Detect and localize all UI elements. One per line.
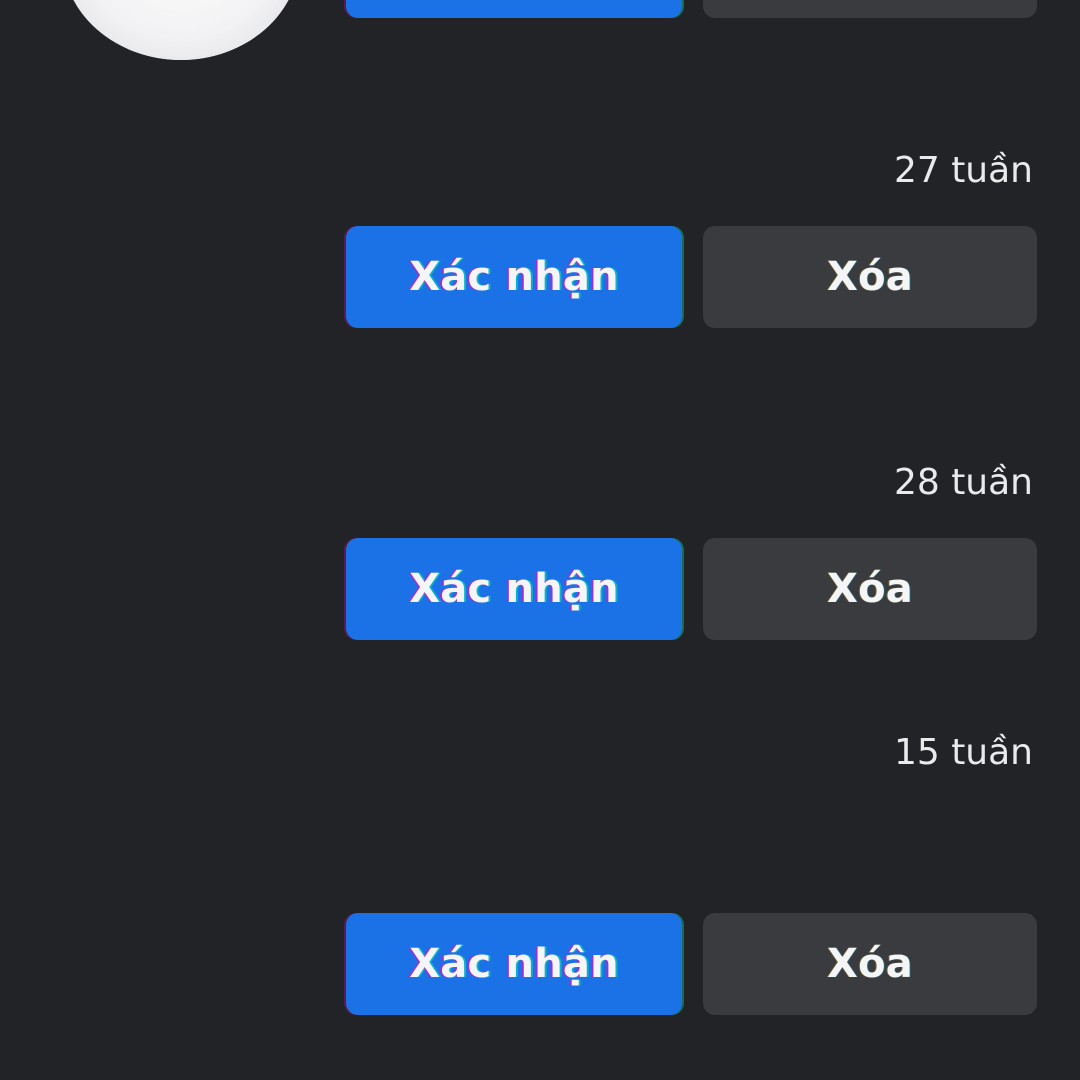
request-time: 15 tuần [893, 732, 1033, 773]
delete-button[interactable] [703, 0, 1037, 18]
delete-button[interactable]: Xóa [703, 913, 1037, 1015]
delete-button-label: Xóa [827, 941, 913, 987]
delete-button-label: Xóa [827, 254, 913, 300]
request-time: 28 tuần [893, 462, 1033, 503]
confirm-button[interactable]: Xác nhận [346, 913, 682, 1015]
request-time: 27 tuần [893, 150, 1033, 191]
delete-button[interactable]: Xóa [703, 538, 1037, 640]
delete-button[interactable]: Xóa [703, 226, 1037, 328]
delete-button-label: Xóa [827, 566, 913, 612]
avatar[interactable] [62, 0, 300, 60]
confirm-button[interactable] [346, 0, 682, 18]
confirm-button-label: Xác nhận [409, 941, 619, 987]
confirm-button-label: Xác nhận [409, 566, 619, 612]
confirm-button[interactable]: Xác nhận [346, 226, 682, 328]
confirm-button[interactable]: Xác nhận [346, 538, 682, 640]
confirm-button-label: Xác nhận [409, 254, 619, 300]
